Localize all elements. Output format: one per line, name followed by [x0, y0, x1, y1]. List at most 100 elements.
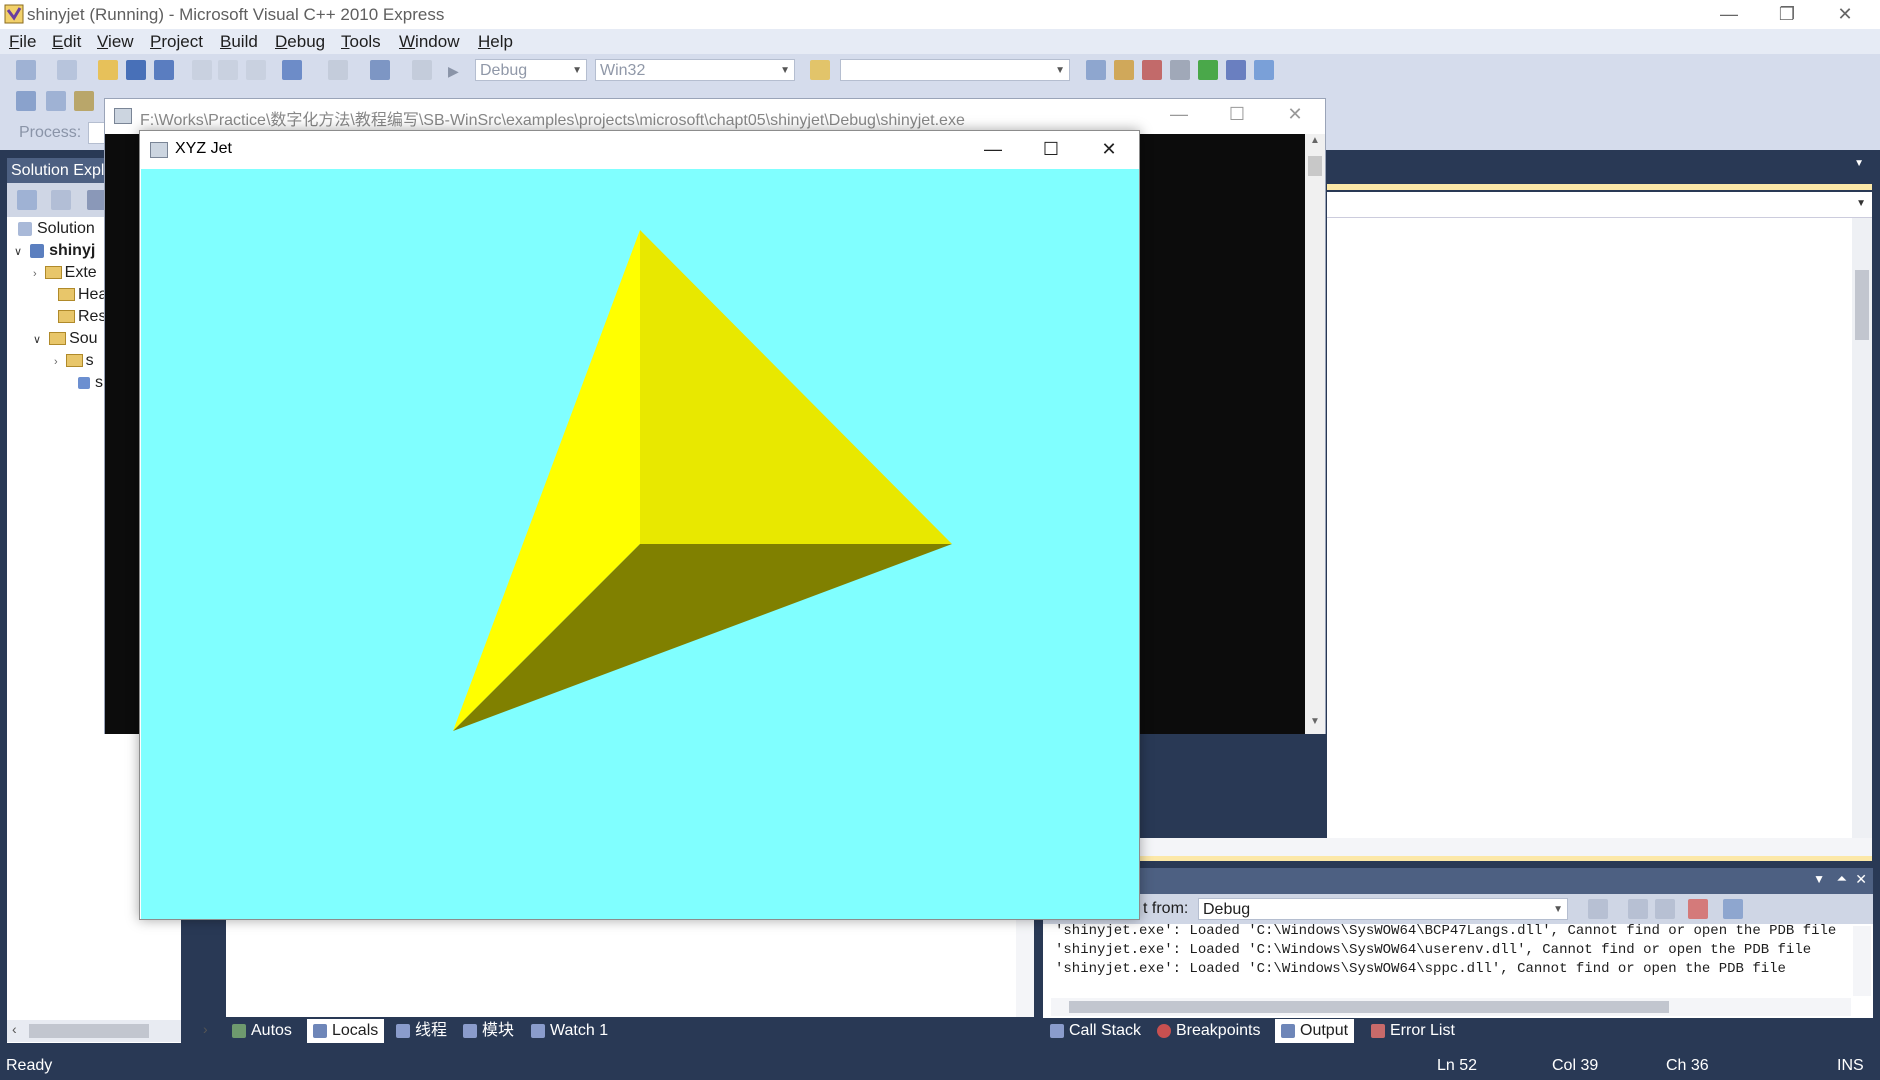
scrollbar-thumb[interactable] — [1855, 270, 1869, 340]
tab-autos[interactable]: Autos — [232, 1019, 292, 1043]
tab-error-list[interactable]: Error List — [1371, 1019, 1455, 1043]
console-maximize-button[interactable]: ☐ — [1208, 100, 1266, 130]
tab-breakpoints[interactable]: Breakpoints — [1157, 1019, 1261, 1043]
object-browser-icon[interactable] — [1142, 60, 1162, 80]
opengl-canvas[interactable] — [141, 169, 1139, 919]
code-editor[interactable] — [1327, 218, 1852, 838]
tab-locals[interactable]: Locals — [307, 1019, 385, 1043]
window-position-icon[interactable]: ▼ — [1813, 872, 1825, 886]
console-vscrollbar[interactable]: ▲ ▼ — [1305, 134, 1325, 734]
add-item-icon[interactable] — [57, 60, 77, 80]
tree-item-header-files[interactable]: Hea — [58, 284, 107, 306]
member-dropdown[interactable]: ▼ — [1327, 192, 1872, 218]
tree-item-source-sub[interactable]: › s — [54, 350, 94, 372]
clear-all-icon[interactable] — [1688, 899, 1708, 919]
locals-panel[interactable] — [226, 920, 1034, 1017]
go-to-next-icon[interactable] — [1655, 899, 1675, 919]
new-project-icon[interactable] — [16, 60, 36, 80]
tab-call-stack[interactable]: Call Stack — [1050, 1019, 1141, 1043]
locals-vscrollbar[interactable] — [1016, 920, 1034, 1017]
gl-minimize-button[interactable]: — — [964, 135, 1022, 165]
show-all-files-icon[interactable] — [17, 190, 37, 210]
copy-icon[interactable] — [218, 60, 238, 80]
find-in-files-icon[interactable] — [810, 60, 830, 80]
minimize-button[interactable]: — — [1700, 0, 1758, 29]
chevron-down-icon[interactable]: ∨ — [33, 334, 41, 346]
scroll-up-icon[interactable]: ▲ — [1310, 135, 1320, 146]
command-window-icon[interactable] — [1254, 60, 1274, 80]
scrollbar-thumb[interactable] — [1308, 156, 1322, 176]
editor-vscrollbar[interactable] — [1852, 218, 1872, 838]
chevron-right-icon[interactable]: › — [54, 356, 58, 368]
solution-explorer-hscrollbar[interactable]: ‹ › — [7, 1020, 208, 1042]
pointer-icon[interactable] — [74, 91, 94, 111]
refresh-icon[interactable] — [51, 190, 71, 210]
toolbox-icon[interactable] — [1170, 60, 1190, 80]
console-minimize-button[interactable]: — — [1150, 100, 1208, 130]
save-icon[interactable] — [126, 60, 146, 80]
menu-build[interactable]: Build — [220, 32, 258, 52]
tree-item-external-deps[interactable]: › Exte — [33, 262, 97, 284]
paste-icon[interactable] — [246, 60, 266, 80]
close-button[interactable]: ✕ — [1816, 0, 1874, 29]
go-to-previous-icon[interactable] — [1628, 899, 1648, 919]
start-page-icon[interactable] — [1198, 60, 1218, 80]
scroll-down-icon[interactable]: ▼ — [1310, 716, 1320, 727]
output-hscrollbar[interactable] — [1051, 998, 1851, 1016]
close-panel-icon[interactable]: ✕ — [1855, 871, 1867, 888]
navigate-forward-icon[interactable] — [412, 60, 432, 80]
output-panel[interactable]: 'shinyjet.exe': Loaded 'C:\Windows\SysWO… — [1043, 923, 1873, 1018]
scrollbar-thumb[interactable] — [29, 1024, 149, 1038]
tree-item-source-cpp[interactable]: s — [78, 372, 103, 394]
tree-item-source-files[interactable]: ∨ Sou — [33, 328, 98, 350]
tree-item-project[interactable]: ∨ shinyj — [14, 240, 95, 262]
menu-debug[interactable]: Debug — [275, 32, 325, 52]
gl-maximize-button[interactable]: ☐ — [1022, 135, 1080, 165]
tab-dropdown-icon[interactable]: ▼ — [1854, 158, 1864, 169]
navigate-icon[interactable] — [370, 60, 390, 80]
scrollbar-thumb[interactable] — [1069, 1001, 1669, 1013]
chevron-down-icon[interactable]: ▼ — [1856, 198, 1866, 209]
tab-threads[interactable]: 线程 — [396, 1019, 447, 1043]
editor-hscrollbar[interactable] — [1105, 838, 1872, 856]
start-debugging-icon[interactable]: ▶ — [448, 63, 459, 80]
folder-icon — [44, 266, 62, 280]
text-editor-icon[interactable] — [16, 91, 36, 111]
find-message-icon[interactable] — [1588, 899, 1608, 919]
solution-explorer-icon[interactable] — [1086, 60, 1106, 80]
tab-output[interactable]: Output — [1275, 1019, 1355, 1043]
output-source-select[interactable]: Debug ▼ — [1198, 898, 1568, 920]
output-vscrollbar[interactable] — [1853, 926, 1871, 996]
find-combo[interactable]: ▼ — [840, 59, 1070, 81]
menu-view[interactable]: View — [97, 32, 134, 52]
menu-file[interactable]: File — [9, 32, 36, 52]
console-close-button[interactable]: ✕ — [1266, 100, 1324, 130]
cut-icon[interactable] — [192, 60, 212, 80]
scroll-right-icon[interactable]: › — [203, 1021, 208, 1037]
extension-manager-icon[interactable] — [1226, 60, 1246, 80]
solution-config-select[interactable]: Debug ▼ — [475, 59, 587, 81]
chevron-down-icon[interactable]: ∨ — [14, 246, 22, 258]
comment-icon[interactable] — [46, 91, 66, 111]
pin-icon[interactable]: ⏶ — [1837, 871, 1847, 887]
tab-watch-1[interactable]: Watch 1 — [531, 1019, 608, 1043]
tree-item-resource-files[interactable]: Res — [58, 306, 106, 328]
solution-platform-select[interactable]: Win32 ▼ — [595, 59, 795, 81]
menu-help[interactable]: Help — [478, 32, 513, 52]
chevron-right-icon[interactable]: › — [33, 268, 37, 280]
scroll-left-icon[interactable]: ‹ — [12, 1021, 17, 1037]
open-file-icon[interactable] — [98, 60, 118, 80]
tree-item-solution[interactable]: Solution — [18, 218, 95, 240]
gl-close-button[interactable]: ✕ — [1080, 135, 1138, 165]
tab-modules[interactable]: 模块 — [463, 1019, 514, 1043]
menu-edit[interactable]: Edit — [52, 32, 81, 52]
toggle-word-wrap-icon[interactable] — [1723, 899, 1743, 919]
redo-icon[interactable] — [328, 60, 348, 80]
menu-tools[interactable]: Tools — [341, 32, 381, 52]
save-all-icon[interactable] — [154, 60, 174, 80]
properties-icon[interactable] — [1114, 60, 1134, 80]
menu-window[interactable]: Window — [399, 32, 459, 52]
menu-project[interactable]: Project — [150, 32, 203, 52]
undo-icon[interactable] — [282, 60, 302, 80]
restore-button[interactable]: ❐ — [1758, 0, 1816, 29]
